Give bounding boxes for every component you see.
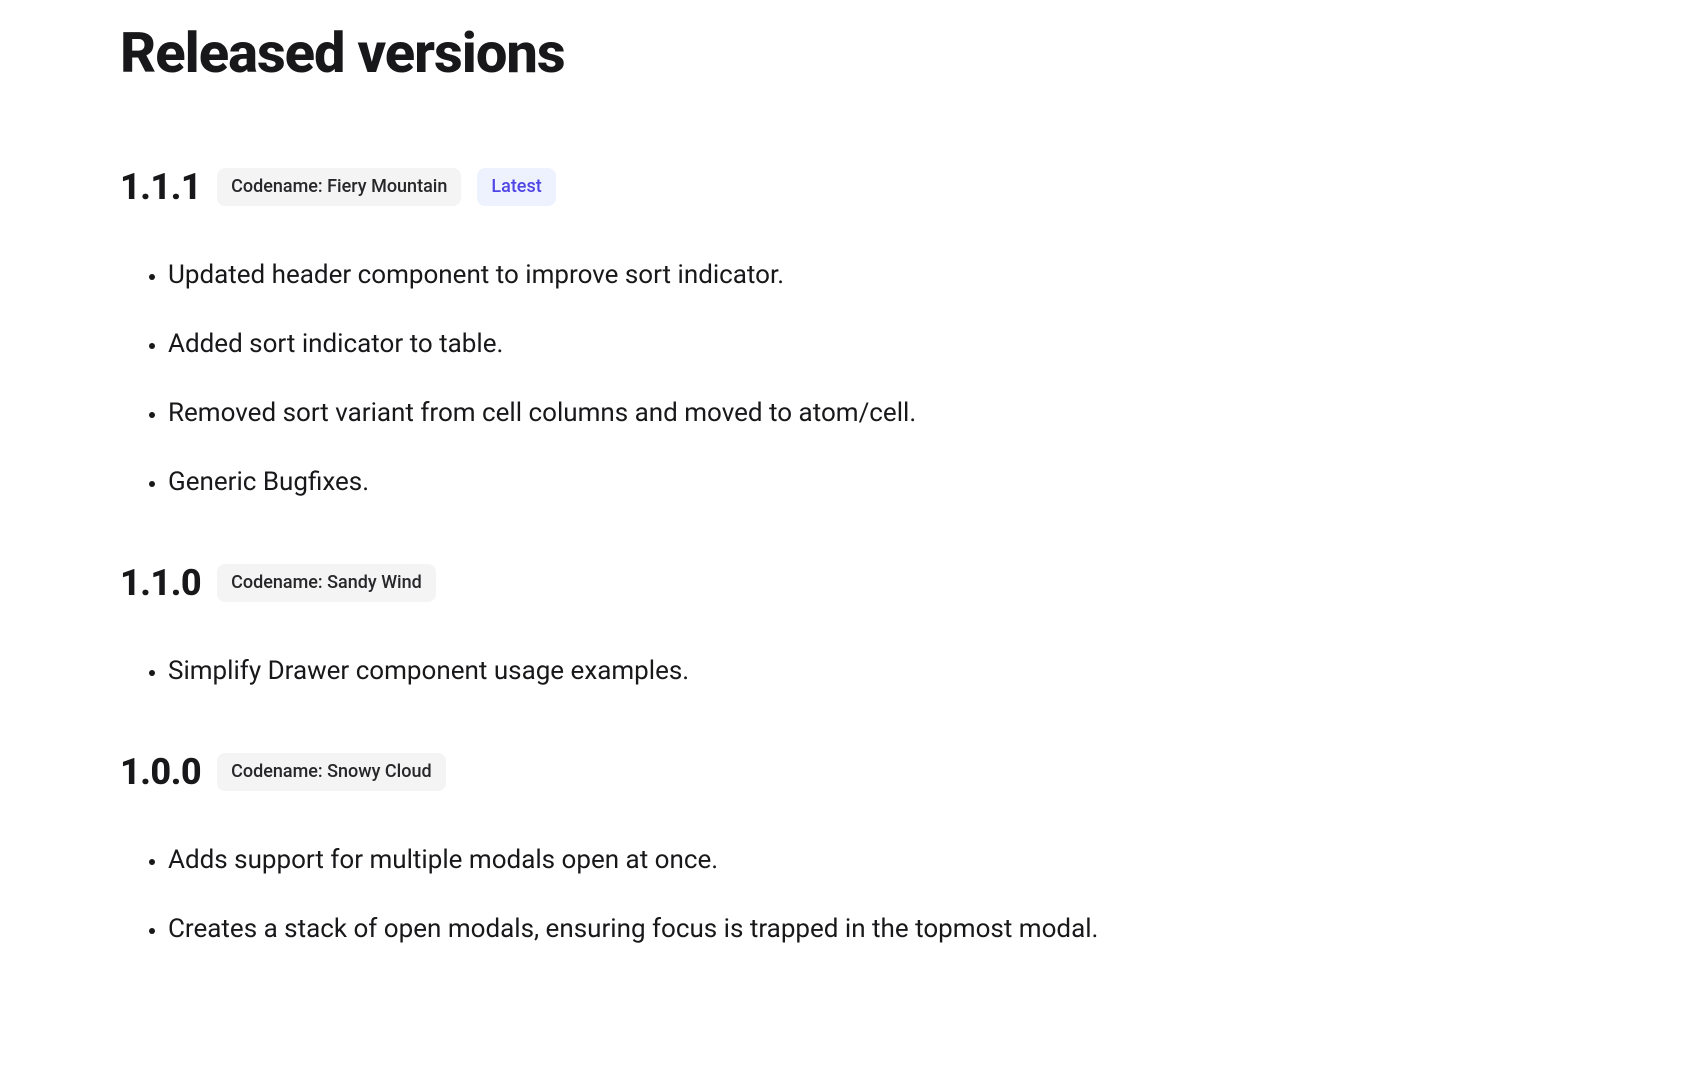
changelog-item: Simplify Drawer component usage examples… xyxy=(168,652,1585,691)
changelog-list: Simplify Drawer component usage examples… xyxy=(120,652,1585,691)
latest-badge: Latest xyxy=(477,168,555,205)
changelog-item: Generic Bugfixes. xyxy=(168,463,1585,502)
version-header: 1.1.1 Codename: Fiery Mountain Latest xyxy=(120,166,1585,208)
codename-badge: Codename: Snowy Cloud xyxy=(217,753,446,790)
changelog-item: Updated header component to improve sort… xyxy=(168,256,1585,295)
changelog-item: Removed sort variant from cell columns a… xyxy=(168,394,1585,433)
page-title: Released versions xyxy=(120,20,1585,86)
changelog-item: Creates a stack of open modals, ensuring… xyxy=(168,910,1585,949)
changelog-item: Added sort indicator to table. xyxy=(168,325,1585,364)
version-number: 1.1.1 xyxy=(120,166,201,208)
version-block: 1.1.1 Codename: Fiery Mountain Latest Up… xyxy=(120,166,1585,502)
version-block: 1.1.0 Codename: Sandy Wind Simplify Draw… xyxy=(120,562,1585,691)
version-header: 1.0.0 Codename: Snowy Cloud xyxy=(120,751,1585,793)
codename-badge: Codename: Sandy Wind xyxy=(217,564,436,601)
changelog-list: Adds support for multiple modals open at… xyxy=(120,841,1585,949)
version-block: 1.0.0 Codename: Snowy Cloud Adds support… xyxy=(120,751,1585,949)
codename-badge: Codename: Fiery Mountain xyxy=(217,168,461,205)
version-number: 1.0.0 xyxy=(120,751,201,793)
changelog-item: Adds support for multiple modals open at… xyxy=(168,841,1585,880)
version-number: 1.1.0 xyxy=(120,562,201,604)
changelog-list: Updated header component to improve sort… xyxy=(120,256,1585,502)
version-header: 1.1.0 Codename: Sandy Wind xyxy=(120,562,1585,604)
